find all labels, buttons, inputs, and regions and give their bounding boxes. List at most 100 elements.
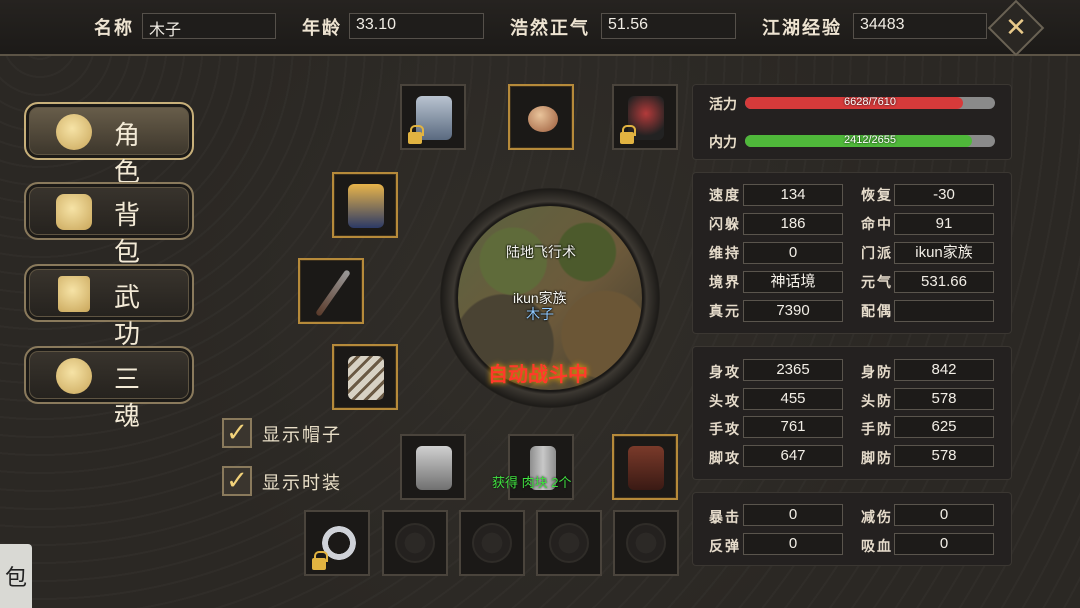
crit-label: 暴击 — [709, 510, 741, 526]
menu-martial-label: 武功 — [114, 283, 155, 350]
combat-panel: 身攻 2365 身防 842 头攻 455 头防 578 手攻 761 手防 6… — [692, 346, 1012, 480]
menu-character-label: 角色 — [114, 121, 155, 188]
show-hat-checkbox[interactable]: ✓ — [222, 418, 252, 448]
bag-icon — [56, 194, 92, 230]
reduce-label: 减伤 — [861, 510, 893, 526]
age-field: 33.10 — [349, 13, 484, 39]
head-def-value: 578 — [894, 388, 994, 410]
character-icon — [56, 114, 92, 150]
bracer-slot[interactable] — [332, 344, 398, 410]
hand-def-label: 手防 — [861, 422, 893, 438]
show-fashion-checkbox[interactable]: ✓ — [222, 466, 252, 496]
vitals-panel: 活力 6628/7610 内力 2412/2655 — [692, 84, 1012, 160]
zhenyuan-value: 7390 — [743, 300, 843, 322]
menu-character-button[interactable]: 角色 — [24, 102, 194, 188]
speed-label: 速度 — [709, 188, 741, 204]
soul-icon — [56, 358, 92, 394]
age-label: 年龄 — [302, 18, 342, 39]
mp-value: 2412/2655 — [844, 135, 896, 146]
sustain-label: 维持 — [709, 246, 741, 262]
side-bag-tab[interactable]: 包 — [0, 544, 32, 608]
crit-value: 0 — [743, 504, 843, 526]
menu-soul-button[interactable]: 三魂 — [24, 346, 194, 432]
extra-panel: 暴击 0 减伤 0 反弹 0 吸血 0 — [692, 492, 1012, 566]
yuanqi-value: 531.66 — [894, 271, 994, 293]
menu-soul-label: 三魂 — [114, 365, 155, 432]
dodge-value: 186 — [743, 213, 843, 235]
staff-icon — [315, 269, 351, 317]
sect-label: 门派 — [861, 246, 893, 262]
mp-bar: 2412/2655 — [745, 135, 995, 147]
player-name-label: 木子 — [526, 306, 554, 322]
head-atk-value: 455 — [743, 388, 843, 410]
boots-slot[interactable] — [612, 434, 678, 500]
lifesteal-label: 吸血 — [861, 539, 893, 555]
ring-slot[interactable] — [304, 510, 370, 576]
empty-slot-2[interactable] — [459, 510, 525, 576]
armor-slot[interactable] — [332, 172, 398, 238]
top-bar: 名称 木子 年龄 33.10 浩然正气 51.56 江湖经验 34483 ✕ — [0, 0, 1080, 57]
close-icon: ✕ — [1005, 13, 1027, 43]
show-fashion-label: 显示时装 — [262, 473, 342, 494]
foot-def-label: 脚防 — [861, 451, 893, 467]
armor-icon — [348, 184, 384, 228]
sustain-value: 0 — [743, 242, 843, 264]
hit-value: 91 — [894, 213, 994, 235]
menu-bag-button[interactable]: 背包 — [24, 182, 194, 268]
head-def-label: 头防 — [861, 394, 893, 410]
hp-bar: 6628/7610 — [745, 97, 995, 109]
body-atk-label: 身攻 — [709, 365, 741, 381]
attributes-panel: 速度 134 恢复 -30 闪躲 186 命中 91 维持 0 门派 ikun家… — [692, 172, 1012, 334]
hp-label: 活力 — [709, 97, 737, 113]
empty-slot-3[interactable] — [536, 510, 602, 576]
lock-icon — [312, 551, 328, 570]
hand-def-value: 625 — [894, 416, 994, 438]
sect-value: ikun家族 — [894, 242, 994, 264]
empty-slot-4[interactable] — [613, 510, 679, 576]
dodge-label: 闪躲 — [709, 217, 741, 233]
righteous-field: 51.56 — [601, 13, 736, 39]
menu-martial-button[interactable]: 武功 — [24, 264, 194, 350]
skill-label: 陆地飞行术 — [506, 244, 576, 260]
body-def-value: 842 — [894, 359, 994, 381]
empty-slot-icon — [472, 523, 512, 563]
recover-value: -30 — [894, 184, 994, 206]
hp-value: 6628/7610 — [844, 97, 896, 108]
body-atk-value: 2365 — [743, 359, 843, 381]
righteous-label: 浩然正气 — [510, 18, 590, 39]
hit-label: 命中 — [861, 217, 893, 233]
weapon-slot[interactable] — [298, 258, 364, 324]
mp-label: 内力 — [709, 135, 737, 151]
yuanqi-label: 元气 — [861, 275, 893, 291]
empty-slot-1[interactable] — [382, 510, 448, 576]
realm-value: 神话境 — [743, 271, 843, 293]
hand-atk-label: 手攻 — [709, 422, 741, 438]
reflect-label: 反弹 — [709, 539, 741, 555]
hand-atk-value: 761 — [743, 416, 843, 438]
food-slot[interactable] — [508, 84, 574, 150]
menu-bag-label: 背包 — [114, 201, 155, 268]
exp-field: 34483 — [853, 13, 987, 39]
empty-slot-icon — [626, 523, 666, 563]
spouse-value — [894, 300, 994, 322]
chest-slot[interactable] — [400, 434, 466, 500]
close-button[interactable]: ✕ — [987, 0, 1045, 57]
reflect-value: 0 — [743, 533, 843, 555]
auto-battle-label: 自动战斗中 — [488, 362, 588, 386]
name-label: 名称 — [94, 18, 134, 39]
cape-slot[interactable] — [612, 84, 678, 150]
zhenyuan-label: 真元 — [709, 304, 741, 320]
foot-atk-label: 脚攻 — [709, 451, 741, 467]
chestplate-icon — [416, 446, 452, 490]
lifesteal-value: 0 — [894, 533, 994, 555]
body-def-label: 身防 — [861, 365, 893, 381]
exp-label: 江湖经验 — [762, 18, 842, 39]
reduce-value: 0 — [894, 504, 994, 526]
name-field: 木子 — [142, 13, 276, 39]
head-atk-label: 头攻 — [709, 394, 741, 410]
empty-slot-icon — [549, 523, 589, 563]
robe-slot[interactable] — [400, 84, 466, 150]
realm-label: 境界 — [709, 275, 741, 291]
bracer-icon — [348, 356, 384, 400]
bun-icon — [528, 106, 558, 132]
